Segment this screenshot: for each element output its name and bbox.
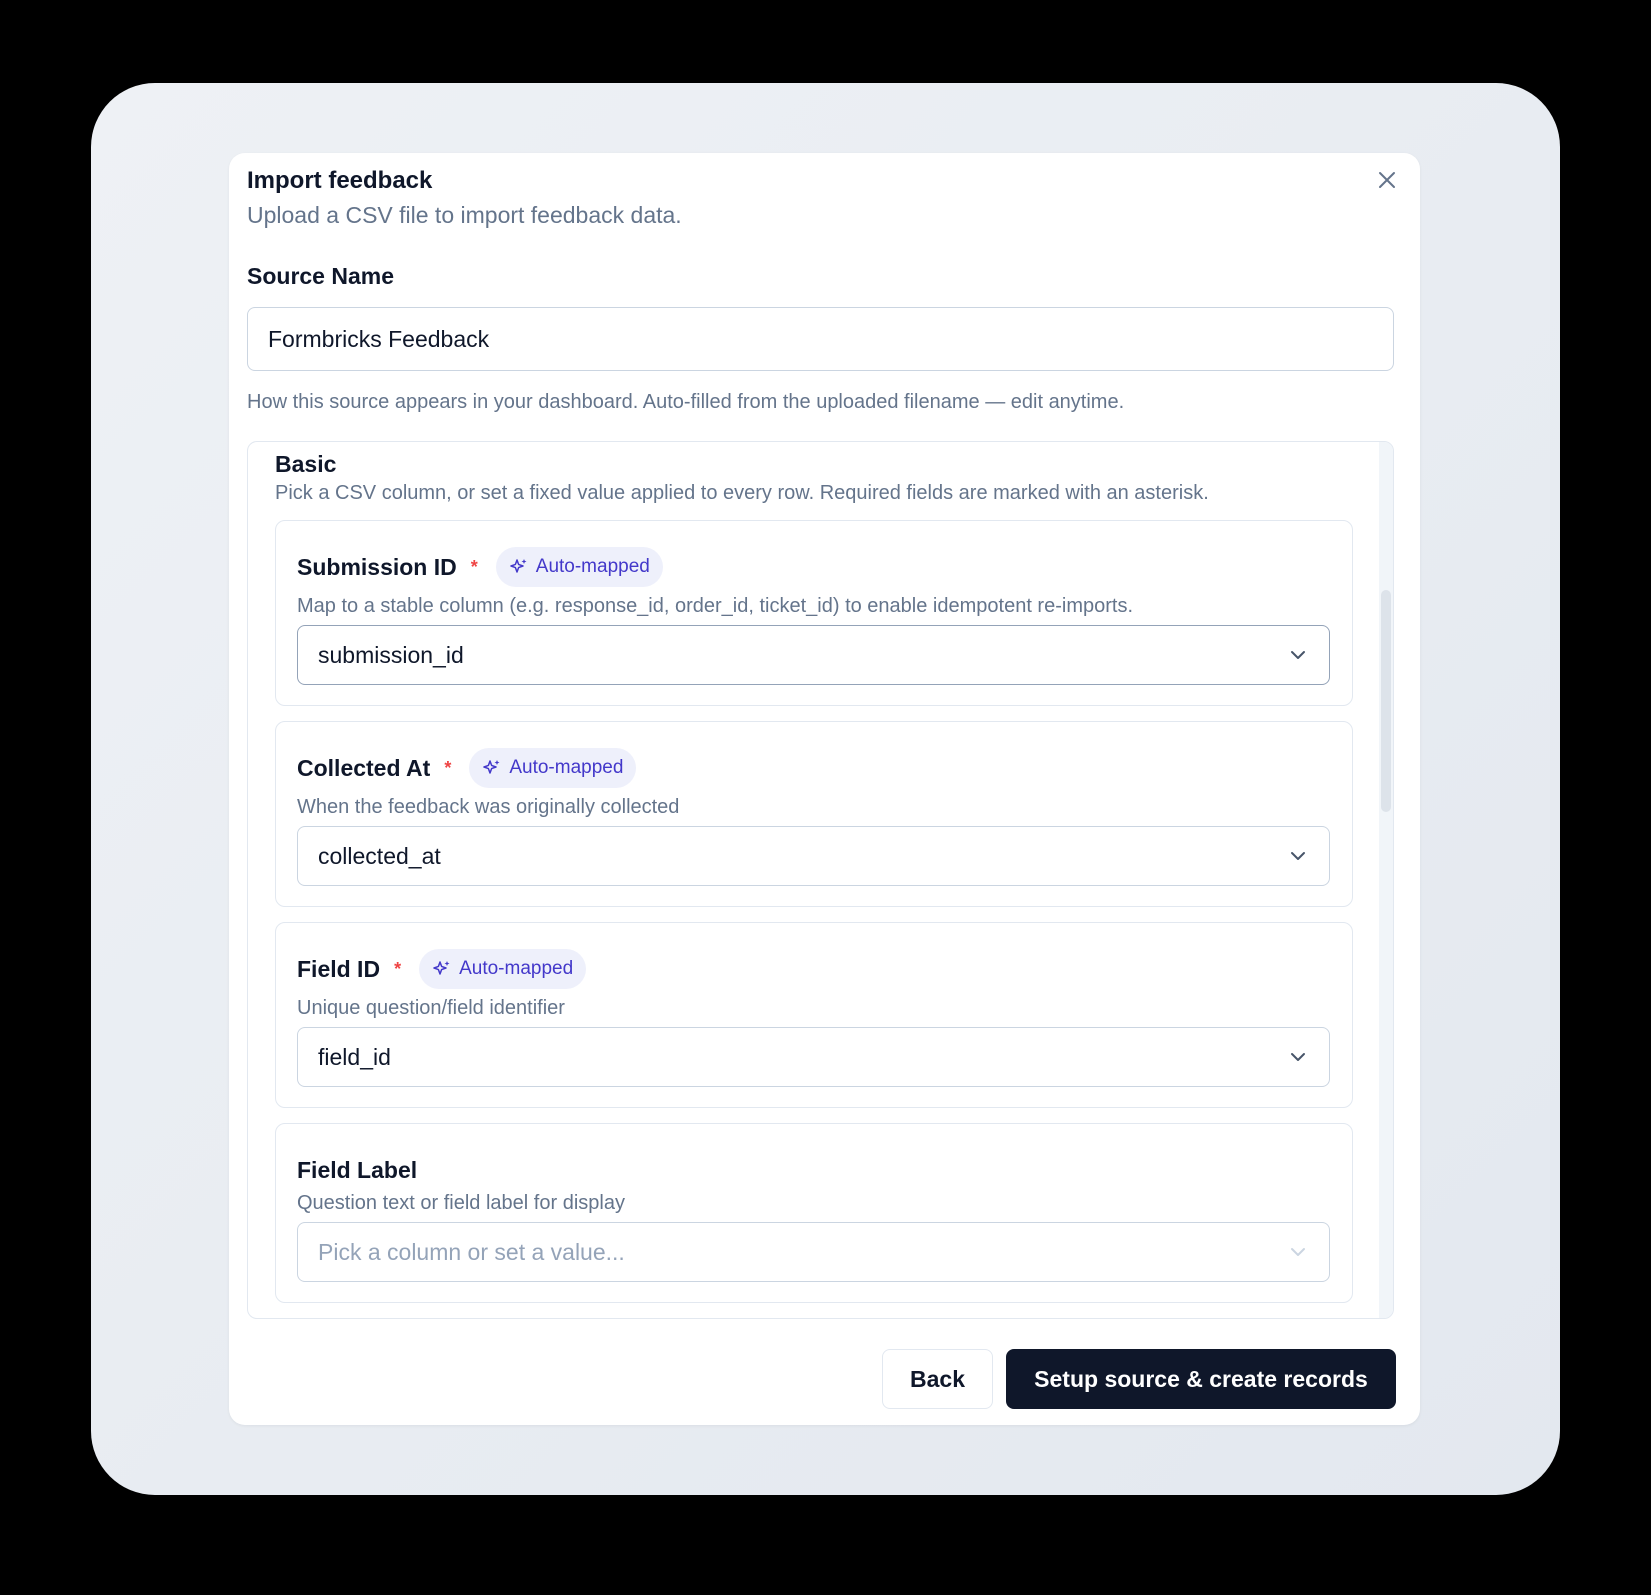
field-card-submission-id: Submission ID * Auto-mapped Map to a sta…: [275, 520, 1353, 706]
close-button[interactable]: [1372, 165, 1402, 195]
dialog-subtitle: Upload a CSV file to import feedback dat…: [247, 202, 682, 228]
required-marker: *: [444, 757, 452, 778]
badge-label: Auto-mapped: [509, 757, 624, 778]
select-value: submission_id: [318, 641, 464, 668]
auto-mapped-badge: Auto-mapped: [495, 547, 663, 587]
field-description: Unique question/field identifier: [297, 997, 565, 1019]
setup-source-button[interactable]: Setup source & create records: [1006, 1349, 1396, 1409]
chevron-down-icon: [1291, 1053, 1305, 1061]
source-name-input[interactable]: [247, 307, 1394, 371]
chevron-down-icon: [1291, 852, 1305, 860]
import-feedback-dialog: Import feedback Upload a CSV file to imp…: [229, 153, 1420, 1425]
dialog-title: Import feedback: [247, 167, 433, 194]
field-title: Field ID: [297, 955, 381, 982]
chevron-down-icon: [1291, 651, 1305, 659]
field-card-field-label: Field Label Question text or field label…: [275, 1123, 1353, 1303]
field-title: Collected At: [297, 754, 431, 781]
source-name-label: Source Name: [247, 263, 395, 289]
sparkles-icon: [483, 760, 500, 774]
field-title: Submission ID: [297, 553, 457, 580]
sparkles-icon: [510, 559, 527, 573]
select-value: field_id: [318, 1043, 391, 1070]
badge-label: Auto-mapped: [459, 958, 574, 979]
select-value: collected_at: [318, 842, 441, 869]
basic-section: Basic Pick a CSV column, or set a fixed …: [247, 441, 1394, 1319]
required-marker: *: [470, 556, 478, 577]
close-icon: [1379, 172, 1395, 188]
field-label-select[interactable]: Pick a column or set a value...: [297, 1222, 1330, 1282]
field-card-collected-at: Collected At * Auto-mapped When the feed…: [275, 721, 1353, 907]
required-marker: *: [394, 958, 402, 979]
field-id-select[interactable]: field_id: [297, 1027, 1330, 1087]
submission-id-select[interactable]: submission_id: [297, 625, 1330, 685]
back-button[interactable]: Back: [882, 1349, 993, 1409]
sparkles-icon: [433, 961, 450, 975]
field-card-field-id: Field ID * Auto-mapped Unique question/f…: [275, 922, 1353, 1108]
basic-section-title: Basic: [275, 451, 337, 477]
chevron-down-icon: [1291, 1248, 1305, 1256]
auto-mapped-badge: Auto-mapped: [469, 748, 637, 788]
badge-label: Auto-mapped: [535, 556, 650, 577]
basic-section-description: Pick a CSV column, or set a fixed value …: [275, 482, 1209, 504]
scrollbar-thumb[interactable]: [1381, 590, 1391, 812]
collected-at-select[interactable]: collected_at: [297, 826, 1330, 886]
auto-mapped-badge: Auto-mapped: [419, 949, 587, 989]
scrollbar-track[interactable]: [1379, 442, 1393, 1318]
field-title: Field Label: [297, 1156, 418, 1183]
field-description: When the feedback was originally collect…: [297, 796, 680, 818]
select-placeholder: Pick a column or set a value...: [318, 1238, 625, 1265]
field-description: Question text or field label for display: [297, 1192, 625, 1214]
source-name-help: How this source appears in your dashboar…: [247, 391, 1125, 413]
field-description: Map to a stable column (e.g. response_id…: [297, 595, 1133, 617]
